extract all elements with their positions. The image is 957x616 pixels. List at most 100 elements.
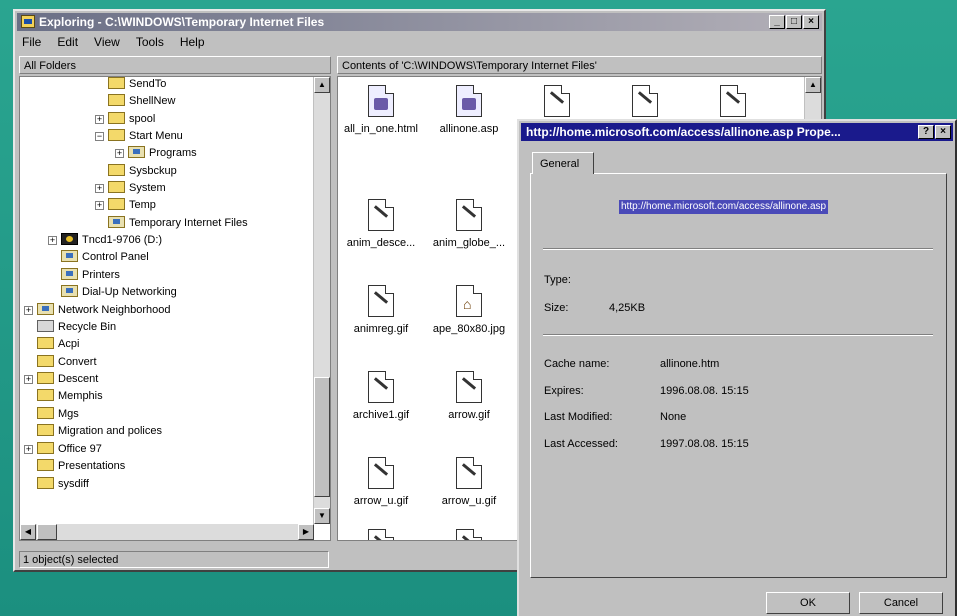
tree-item-descent[interactable]: + Descent [24, 371, 98, 388]
expand-icon[interactable]: + [95, 201, 104, 210]
divider [543, 248, 933, 250]
file-item[interactable] [338, 529, 424, 540]
tree-item-office-97[interactable]: + Office 97 [24, 441, 102, 458]
file-item[interactable]: ape_80x80.jpg [426, 285, 512, 335]
expand-icon[interactable]: + [24, 445, 33, 454]
tree-item-memphis[interactable]: Memphis [37, 388, 103, 405]
size-label: Size: [544, 302, 569, 314]
file-item[interactable]: all_in_one.html [338, 85, 424, 135]
folder-tree: SendTo ShellNew + spool − Start Menu + Prog… [19, 76, 331, 541]
menu-file[interactable]: File [21, 33, 42, 51]
cancel-button[interactable]: Cancel [859, 592, 943, 614]
minimize-button[interactable]: _ [769, 15, 785, 29]
cd-drive-icon [61, 233, 78, 245]
tree-item-spool[interactable]: + spool [95, 111, 155, 128]
expand-icon[interactable]: + [24, 306, 33, 315]
last-accessed-value: 1997.08.08. 15:15 [660, 438, 749, 450]
file-item[interactable]: anim_desce... [338, 199, 424, 249]
file-item[interactable]: arrow.gif [426, 371, 512, 421]
file-item[interactable]: animreg.gif [338, 285, 424, 335]
folder-icon [108, 198, 125, 210]
folder-icon [108, 181, 125, 193]
tree-item-programs[interactable]: + Programs [115, 145, 197, 162]
image-file-icon [632, 85, 658, 117]
explorer-title: Exploring - C:\WINDOWS\Temporary Interne… [39, 15, 325, 29]
maximize-button[interactable]: □ [786, 15, 802, 29]
window-controls: _ □ × [768, 15, 819, 29]
menu-edit[interactable]: Edit [56, 33, 79, 51]
explorer-app-icon [21, 15, 35, 28]
tree-item-sendto[interactable]: SendTo [108, 77, 166, 93]
tree-item-cd-drive[interactable]: + Tncd1-9706 (D:) [48, 232, 162, 249]
tree-item-printers[interactable]: Printers [61, 267, 120, 284]
tree-item-dialup[interactable]: Dial-Up Networking [61, 284, 177, 301]
tree-item-recycle-bin[interactable]: Recycle Bin [37, 319, 116, 336]
all-folders-header: All Folders [19, 56, 331, 74]
tree-vertical-scrollbar[interactable]: ▲ ▼ [313, 77, 330, 524]
image-file-icon [368, 199, 394, 231]
close-button[interactable]: × [803, 15, 819, 29]
tree-item-presentations[interactable]: Presentations [37, 458, 125, 475]
image-file-icon [368, 371, 394, 403]
dialup-networking-icon [61, 285, 78, 297]
cache-name-label: Cache name: [544, 358, 610, 370]
tree-item-sysdiff[interactable]: sysdiff [37, 476, 89, 493]
size-value: 4,25KB [609, 302, 646, 314]
tree-item-temp[interactable]: + Temp [95, 197, 156, 214]
scroll-down-arrow-icon[interactable]: ▼ [314, 508, 330, 524]
html-file-icon [368, 85, 394, 117]
tree-item-acpi[interactable]: Acpi [37, 336, 79, 353]
tree-scroll-thumb[interactable] [314, 377, 330, 497]
tree-item-control-panel[interactable]: Control Panel [61, 249, 149, 266]
collapse-icon[interactable]: − [95, 132, 104, 141]
folder-icon [108, 77, 125, 89]
tree-item-convert[interactable]: Convert [37, 354, 97, 371]
expand-icon[interactable]: + [115, 149, 124, 158]
menu-tools[interactable]: Tools [135, 33, 165, 51]
tree-item-system[interactable]: + System [95, 180, 166, 197]
url-field[interactable]: http://home.microsoft.com/access/allinon… [619, 200, 829, 214]
dialog-title-bar[interactable]: http://home.microsoft.com/access/allinon… [521, 123, 953, 141]
tree-item-migration[interactable]: Migration and polices [37, 423, 162, 440]
scroll-left-arrow-icon[interactable]: ◀ [20, 524, 36, 540]
image-file-icon [456, 457, 482, 489]
file-item[interactable]: arrow_u.gif [338, 457, 424, 507]
scroll-up-arrow-icon[interactable]: ▲ [805, 77, 821, 93]
tree-item-start-menu[interactable]: − Start Menu [95, 128, 183, 145]
last-accessed-label: Last Accessed: [544, 438, 618, 450]
file-item[interactable]: arrow_u.gif [426, 457, 512, 507]
expand-icon[interactable]: + [95, 184, 104, 193]
folder-icon [37, 424, 54, 436]
image-file-icon [368, 529, 394, 540]
file-item[interactable] [514, 85, 600, 123]
scroll-up-arrow-icon[interactable]: ▲ [314, 77, 330, 93]
ok-button[interactable]: OK [766, 592, 850, 614]
file-item[interactable]: allinone.asp [426, 85, 512, 135]
tab-general[interactable]: General [532, 152, 594, 174]
file-item[interactable]: archive1.gif [338, 371, 424, 421]
tree-item-temporary-internet-files[interactable]: Temporary Internet Files [108, 215, 248, 232]
file-item[interactable] [690, 85, 776, 123]
tree-hscroll-thumb[interactable] [37, 524, 57, 540]
menu-help[interactable]: Help [179, 33, 206, 51]
image-file-icon [368, 285, 394, 317]
expand-icon[interactable]: + [48, 236, 57, 245]
explorer-title-bar[interactable]: Exploring - C:\WINDOWS\Temporary Interne… [17, 13, 822, 31]
expand-icon[interactable]: + [24, 375, 33, 384]
file-item[interactable] [426, 529, 512, 540]
menu-view[interactable]: View [93, 33, 121, 51]
file-item[interactable] [602, 85, 688, 123]
folder-icon [37, 459, 54, 471]
tree-item-shellnew[interactable]: ShellNew [108, 93, 175, 110]
dialog-close-button[interactable]: × [935, 125, 951, 139]
help-button[interactable]: ? [918, 125, 934, 139]
tree-item-mgs[interactable]: Mgs [37, 406, 79, 423]
tree-horizontal-scrollbar[interactable]: ◀ ▶ [20, 524, 314, 540]
file-item[interactable]: anim_globe_... [426, 199, 512, 249]
jpg-file-icon [456, 285, 482, 317]
scroll-right-arrow-icon[interactable]: ▶ [298, 524, 314, 540]
expand-icon[interactable]: + [95, 115, 104, 124]
last-modified-label: Last Modified: [544, 411, 613, 423]
tree-item-sysbckup[interactable]: Sysbckup [108, 163, 177, 180]
tree-item-network-neighborhood[interactable]: + Network Neighborhood [24, 302, 171, 319]
